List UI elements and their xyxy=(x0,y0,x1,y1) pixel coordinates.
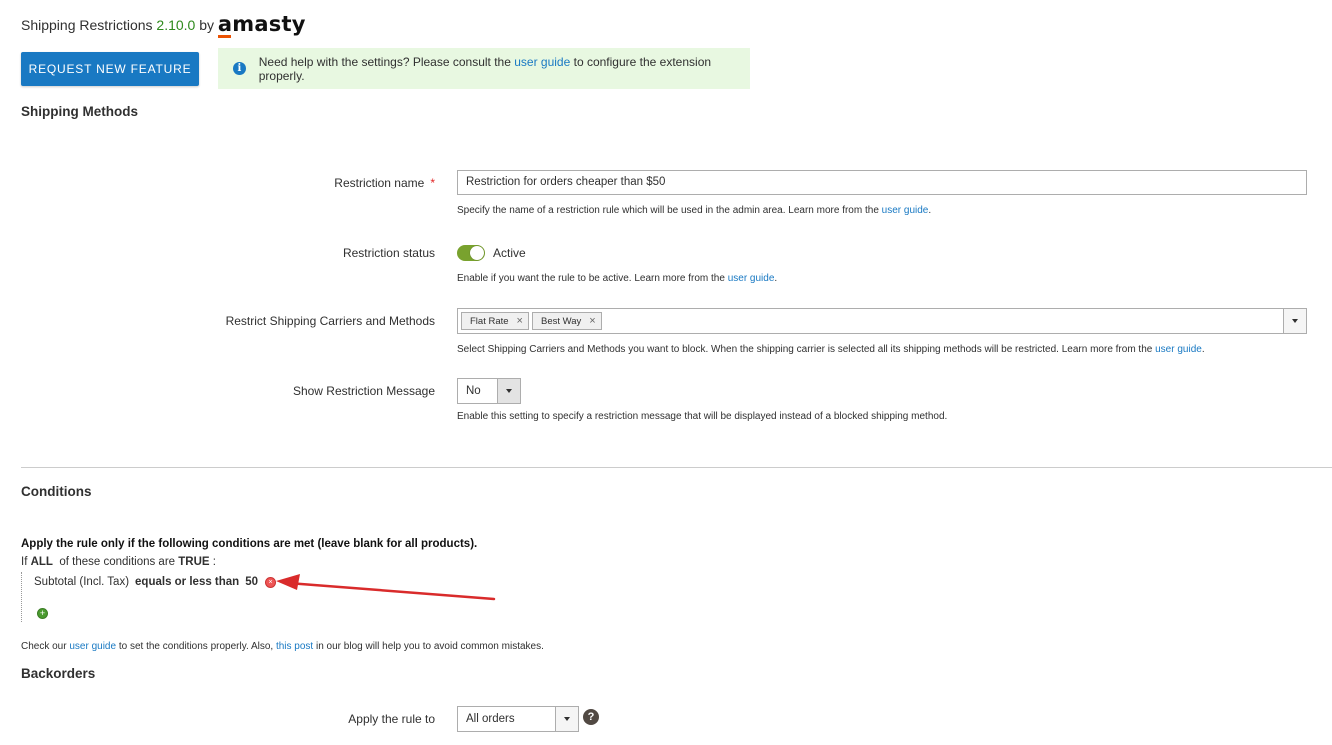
carriers-multiselect[interactable]: Flat Rate × Best Way × xyxy=(457,308,1307,334)
notice-text: Need help with the settings? Please cons… xyxy=(258,54,515,69)
restriction-status-value: Active xyxy=(493,246,526,260)
restriction-name-hint: Specify the name of a restriction rule w… xyxy=(457,205,932,216)
help-question-icon[interactable]: ? xyxy=(583,709,599,725)
restriction-status-label: Restriction status xyxy=(342,246,435,260)
carriers-hint: Select Shipping Carriers and Methods you… xyxy=(457,344,1205,355)
restriction-status-hint: Enable if you want the rule to be active… xyxy=(457,273,778,284)
condition-value[interactable]: 50 xyxy=(245,576,258,588)
condition-attribute[interactable]: Subtotal (Incl. Tax) xyxy=(34,576,129,588)
extension-name: Shipping Restrictions xyxy=(21,17,153,33)
chevron-down-icon xyxy=(506,389,512,393)
show-message-select[interactable]: No xyxy=(457,378,521,404)
conditions-footer: Check our user guide to set the conditio… xyxy=(21,641,544,652)
page-title: Shipping Restrictions 2.10.0 by amasty xyxy=(21,11,306,38)
remove-chip-icon[interactable]: × xyxy=(517,315,523,327)
amasty-logo: amasty xyxy=(217,12,306,38)
required-asterisk: * xyxy=(430,176,435,190)
remove-chip-icon[interactable]: × xyxy=(589,315,595,327)
blog-post-link[interactable]: this post xyxy=(276,641,313,652)
carrier-chip: Best Way × xyxy=(531,312,602,330)
by-label: by xyxy=(199,17,215,33)
restriction-name-label: Restriction name * xyxy=(334,176,435,190)
carrier-chip: Flat Rate × xyxy=(461,312,529,330)
annotation-arrow xyxy=(276,574,496,601)
chevron-down-icon xyxy=(564,717,570,721)
info-icon: i xyxy=(233,62,246,75)
notice-user-guide-link[interactable]: user guide xyxy=(514,55,570,69)
help-notice: i Need help with the settings? Please co… xyxy=(218,48,750,89)
carriers-label: Restrict Shipping Carriers and Methods xyxy=(225,314,435,328)
carriers-dropdown-toggle[interactable] xyxy=(1283,309,1306,333)
apply-rule-select[interactable]: All orders xyxy=(457,706,579,732)
conditions-heading: Apply the rule only if the following con… xyxy=(21,538,478,550)
section-divider xyxy=(21,467,1332,468)
carriers-user-guide-link[interactable]: user guide xyxy=(1155,344,1202,355)
restriction-status-toggle[interactable] xyxy=(457,245,485,261)
conditions-aggregator-line: If ALL of these conditions are TRUE : xyxy=(21,556,216,568)
add-condition-icon[interactable]: + xyxy=(37,608,48,619)
request-new-feature-button[interactable]: Request New Feature xyxy=(21,52,199,86)
restriction-name-user-guide-link[interactable]: user guide xyxy=(882,205,929,216)
backorders-title: Backorders xyxy=(21,666,96,681)
aggregator-select[interactable]: ALL xyxy=(31,556,53,568)
conditions-title: Conditions xyxy=(21,484,92,499)
extension-version: 2.10.0 xyxy=(156,17,196,33)
condition-operator[interactable]: equals or less than xyxy=(135,576,239,588)
restriction-name-input[interactable]: Restriction for orders cheaper than $50 xyxy=(457,170,1307,195)
show-message-label: Show Restriction Message xyxy=(292,384,435,398)
restriction-status-user-guide-link[interactable]: user guide xyxy=(728,273,775,284)
apply-rule-label: Apply the rule to xyxy=(348,712,435,726)
shipping-methods-title: Shipping Methods xyxy=(21,104,138,119)
conditions-tree-line xyxy=(21,572,23,622)
conditions-user-guide-link[interactable]: user guide xyxy=(69,641,116,652)
show-message-hint: Enable this setting to specify a restric… xyxy=(457,411,948,422)
condition-rule: Subtotal (Incl. Tax) equals or less than… xyxy=(34,576,277,588)
aggregator-value-select[interactable]: TRUE xyxy=(178,556,209,568)
chevron-down-icon xyxy=(1292,319,1298,323)
